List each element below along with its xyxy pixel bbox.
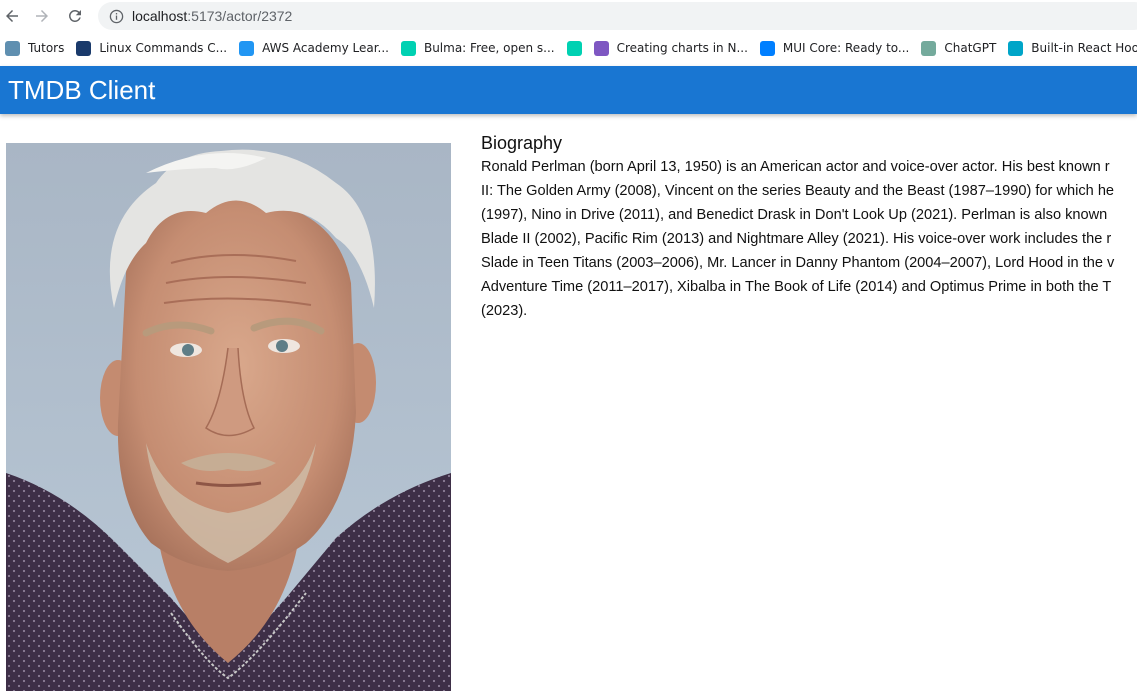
biography-line: Slade in Teen Titans (2003–2006), Mr. La… (481, 255, 1115, 271)
biography-line: Blade II (2002), Pacific Rim (2013) and … (481, 231, 1112, 247)
site-info-icon[interactable] (108, 8, 124, 24)
biography-heading: Biography (481, 133, 563, 153)
app-bar: TMDB Client (0, 66, 1137, 114)
biography-line: (1997), Nino in Drive (2011), and Benedi… (481, 207, 1108, 223)
bookmark-item[interactable]: Built-in React Hook... (1003, 36, 1137, 60)
reload-icon (68, 9, 81, 22)
bookmark-item[interactable] (562, 36, 589, 60)
bulma-icon (400, 40, 416, 56)
linux-commands-icon (76, 40, 92, 56)
bookmark-item[interactable]: AWS Academy Lear... (234, 36, 396, 60)
bookmarks-bar: Tutors Linux Commands C... AWS Academy Lea… (0, 34, 1137, 62)
bookmark-item[interactable]: ChatGPT (916, 36, 1003, 60)
bookmark-item[interactable]: MUI Core: Ready to... (755, 36, 916, 60)
biography-text: Ronald Perlman (born April 13, 1950) is … (481, 155, 1137, 323)
reload-button[interactable] (63, 4, 87, 28)
bulma-icon (566, 40, 582, 56)
address-bar[interactable]: localhost:5173/actor/2372 (98, 2, 1137, 30)
bookmark-label: Built-in React Hook... (1031, 41, 1137, 55)
mui-icon (759, 40, 775, 56)
bookmark-label: Linux Commands C... (99, 41, 228, 55)
chatgpt-icon (921, 40, 937, 56)
url-host: localhost (132, 8, 188, 24)
bookmark-item[interactable]: Tutors (0, 36, 71, 60)
browser-toolbar: localhost:5173/actor/2372 (0, 0, 1137, 33)
tutors-icon (5, 40, 20, 56)
url-path: :5173/actor/2372 (187, 8, 293, 24)
back-button[interactable] (0, 4, 24, 28)
bookmark-label: MUI Core: Ready to... (782, 41, 910, 55)
bookmark-item[interactable]: Linux Commands C... (71, 36, 234, 60)
forward-button[interactable] (30, 4, 54, 28)
bookmark-item[interactable]: Bulma: Free, open s... (396, 36, 562, 60)
biography-line: Adventure Time (2011–2017), Xibalba in T… (481, 279, 1112, 295)
bookmark-item[interactable]: Creating charts in N... (589, 36, 755, 60)
biography-line: II: The Golden Army (2008), Vincent on t… (481, 183, 1115, 199)
bookmark-label: Bulma: Free, open s... (423, 41, 555, 55)
react-icon (1008, 40, 1024, 56)
app-title[interactable]: TMDB Client (8, 75, 155, 106)
rocket-icon (593, 40, 609, 56)
forward-arrow-icon (36, 10, 48, 22)
biography-line: (2023). (481, 303, 528, 319)
bookmark-label: ChatGPT (944, 41, 997, 55)
bookmark-label: Tutors (28, 41, 65, 55)
actor-profile-image (6, 143, 451, 691)
aws-cloud-icon (239, 40, 255, 56)
bookmark-label: AWS Academy Lear... (262, 41, 389, 55)
biography-line: Ronald Perlman (born April 13, 1950) is … (481, 159, 1110, 175)
back-arrow-icon (6, 10, 18, 22)
bookmark-label: Creating charts in N... (616, 41, 748, 55)
